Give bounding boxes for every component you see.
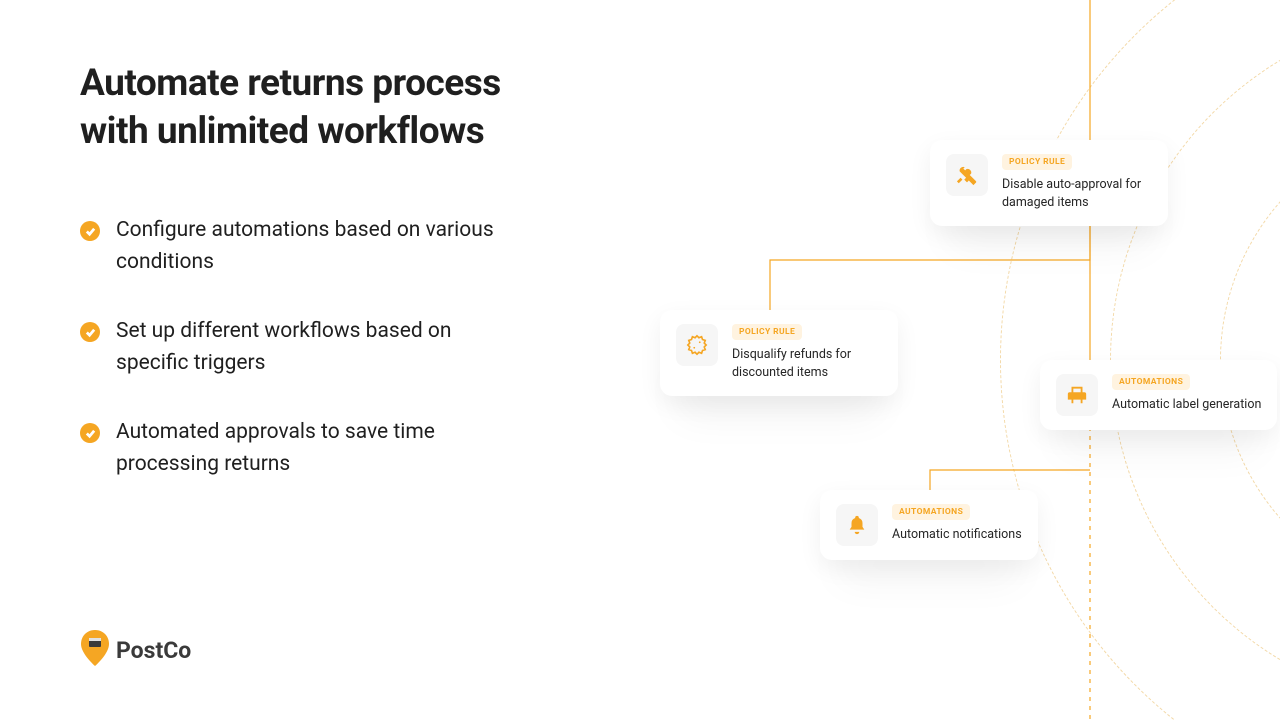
card-text: Automatic notifications	[892, 526, 1022, 544]
brand-logo: PostCo	[80, 630, 191, 670]
check-icon	[80, 322, 100, 342]
printer-icon	[1056, 374, 1098, 416]
bullet-text: Configure automations based on various c…	[116, 215, 500, 278]
bullet-item: Set up different workflows based on spec…	[80, 316, 500, 379]
bullet-item: Automated approvals to save time process…	[80, 417, 500, 480]
card-tag: AUTOMATIONS	[1112, 374, 1190, 390]
brand-name: PostCo	[116, 637, 191, 664]
card-tag: POLICY RULE	[732, 324, 802, 340]
check-icon	[80, 221, 100, 241]
workflow-diagram: POLICY RULE Disable auto-approval for da…	[620, 0, 1280, 720]
tools-icon	[946, 154, 988, 196]
card-text: Automatic label generation	[1112, 396, 1261, 414]
card-text: Disqualify refunds for discounted items	[732, 346, 882, 382]
badge-icon	[676, 324, 718, 366]
bullet-list: Configure automations based on various c…	[80, 215, 500, 518]
workflow-card: POLICY RULE Disable auto-approval for da…	[930, 140, 1168, 226]
card-text: Disable auto-approval for damaged items	[1002, 176, 1152, 212]
bullet-item: Configure automations based on various c…	[80, 215, 500, 278]
workflow-card: AUTOMATIONS Automatic label generation	[1040, 360, 1277, 430]
card-tag: AUTOMATIONS	[892, 504, 970, 520]
card-tag: POLICY RULE	[1002, 154, 1072, 170]
bullet-text: Automated approvals to save time process…	[116, 417, 500, 480]
check-icon	[80, 423, 100, 443]
workflow-card: POLICY RULE Disqualify refunds for disco…	[660, 310, 898, 396]
workflow-card: AUTOMATIONS Automatic notifications	[820, 490, 1038, 560]
bell-icon	[836, 504, 878, 546]
map-pin-icon	[80, 630, 110, 670]
page-title: Automate returns process with unlimited …	[80, 60, 560, 156]
bullet-text: Set up different workflows based on spec…	[116, 316, 500, 379]
